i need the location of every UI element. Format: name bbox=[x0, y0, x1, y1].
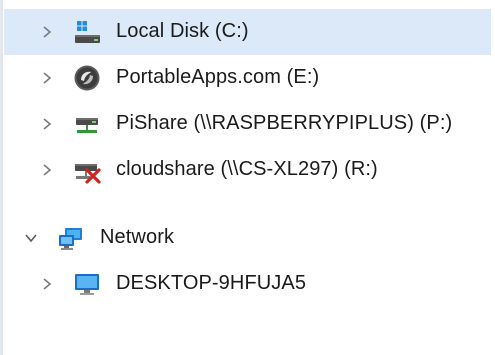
chevron-right-icon[interactable] bbox=[40, 25, 54, 39]
chevron-right-icon[interactable] bbox=[40, 277, 54, 291]
tree-item-label: PortableApps.com (E:) bbox=[116, 66, 320, 88]
tree-item-label: Network bbox=[100, 226, 175, 248]
tree-item-desktop[interactable]: DESKTOP-9HFUJA5 bbox=[4, 261, 491, 307]
tree-item-label: DESKTOP-9HFUJA5 bbox=[116, 272, 307, 294]
tree-item-label: cloudshare (\\CS-XL297) (R:) bbox=[116, 158, 378, 180]
tree-item-local-disk[interactable]: Local Disk (C:) bbox=[4, 9, 491, 55]
pane-divider bbox=[0, 0, 3, 355]
local-disk-icon bbox=[75, 21, 100, 43]
tree-item-label: PiShare (\\RASPBERRYPIPLUS) (P:) bbox=[116, 112, 453, 134]
tree-item-pishare[interactable]: PiShare (\\RASPBERRYPIPLUS) (P:) bbox=[4, 101, 491, 147]
network-icon bbox=[59, 228, 82, 250]
chevron-down-icon[interactable] bbox=[24, 231, 38, 245]
tree-item-label: Local Disk (C:) bbox=[116, 20, 249, 42]
tree-item-cloudshare[interactable]: cloudshare (\\CS-XL297) (R:) bbox=[4, 147, 491, 193]
disconnected-network-drive-icon bbox=[75, 164, 101, 184]
chevron-right-icon[interactable] bbox=[40, 71, 54, 85]
portable-drive-icon bbox=[74, 65, 100, 91]
computer-icon bbox=[75, 274, 99, 295]
tree-item-portableapps[interactable]: PortableApps.com (E:) bbox=[4, 55, 491, 101]
tree-item-network[interactable]: Network bbox=[4, 215, 491, 261]
network-drive-icon bbox=[76, 118, 98, 133]
chevron-right-icon[interactable] bbox=[40, 163, 54, 177]
navigation-pane: Local Disk (C:) PortableApps.com (E:) Pi… bbox=[0, 0, 495, 355]
chevron-right-icon[interactable] bbox=[40, 117, 54, 131]
